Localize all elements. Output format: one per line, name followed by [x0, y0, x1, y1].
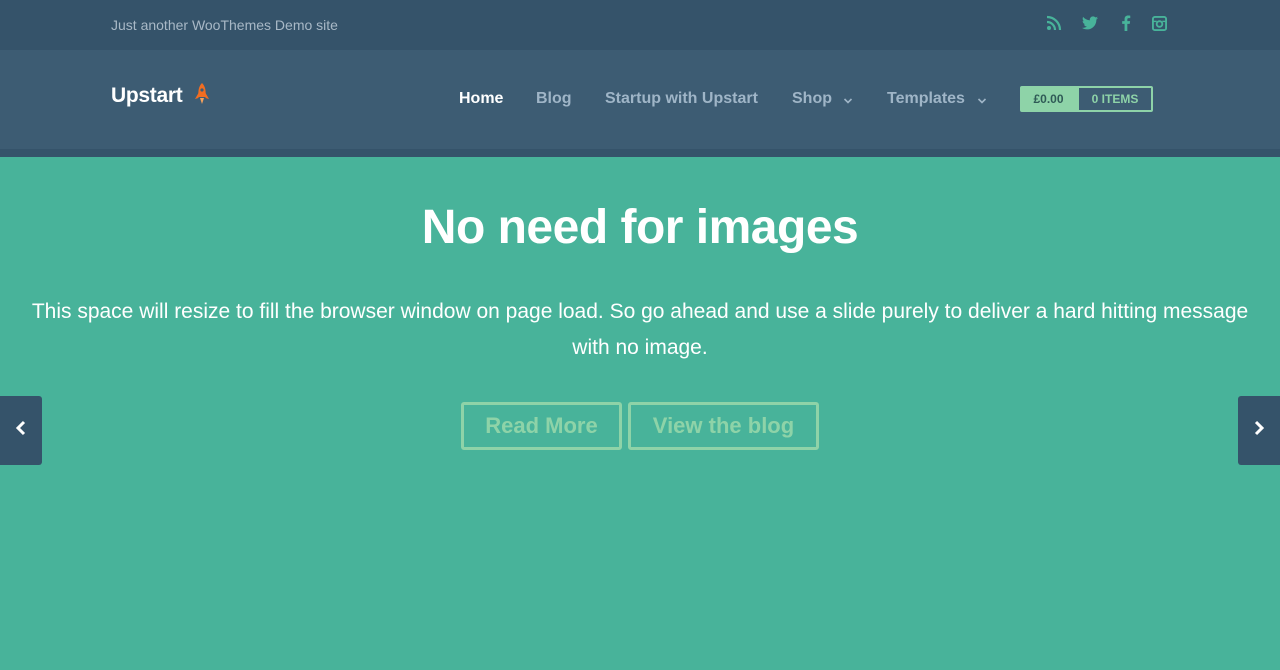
nav-home[interactable]: Home — [459, 90, 503, 108]
slider-next-button[interactable] — [1238, 396, 1280, 465]
twitter-icon[interactable] — [1081, 14, 1099, 32]
chevron-right-icon — [1253, 420, 1265, 441]
rocket-icon — [193, 82, 211, 111]
nav-blog[interactable]: Blog — [536, 90, 572, 108]
nav-templates[interactable]: Templates — [887, 90, 965, 108]
cart-item-count[interactable]: 0 ITEMS — [1077, 86, 1153, 112]
read-more-button[interactable]: Read More — [461, 402, 622, 450]
slide-title: No need for images — [421, 201, 859, 254]
chevron-down-icon — [977, 93, 987, 111]
nav-shop[interactable]: Shop — [792, 90, 832, 108]
slide-text: This space will resize to fill the brows… — [31, 300, 1249, 359]
slider-prev-button[interactable] — [0, 396, 42, 465]
chevron-left-icon — [15, 420, 27, 441]
nav-startup-with-upstart[interactable]: Startup with Upstart — [605, 90, 758, 108]
instagram-icon[interactable] — [1150, 14, 1168, 32]
rss-icon[interactable] — [1045, 14, 1063, 32]
header-divider — [0, 149, 1280, 157]
cart-total[interactable]: £0.00 — [1020, 86, 1077, 112]
chevron-down-icon — [843, 93, 853, 111]
facebook-icon[interactable] — [1117, 14, 1135, 32]
site-tagline: Just another WooThemes Demo site — [111, 17, 338, 33]
site-logo[interactable]: Upstart — [111, 84, 183, 108]
view-blog-button[interactable]: View the blog — [628, 402, 819, 450]
